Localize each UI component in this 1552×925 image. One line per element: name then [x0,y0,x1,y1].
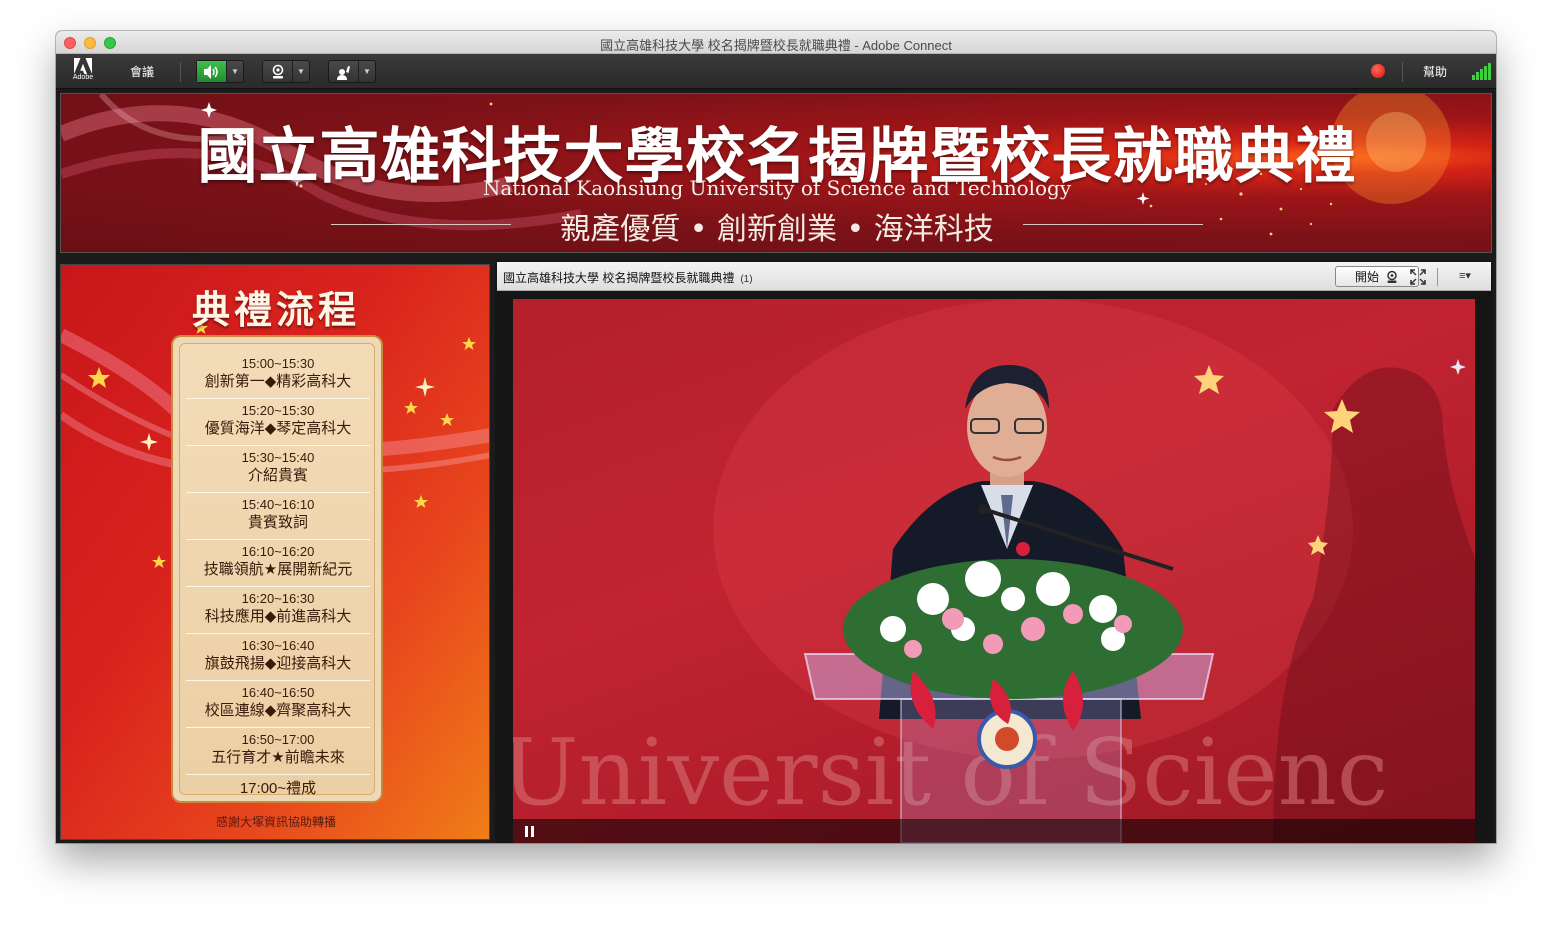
broadcast-credit: 感謝大塚資訊協助轉播 [215,815,336,829]
program-item-time: 15:30~15:40 [241,450,315,465]
video-frame: Universit of Scienc [513,299,1475,843]
program-item: 15:00~15:30 創新第一◆精彩高科大 [186,356,370,399]
raise-hand-icon[interactable] [329,61,359,82]
adobe-logo: Adobe [72,58,94,84]
program-item-name: 科技應用◆前進高科大 [204,608,352,625]
video-pod-header: 國立高雄科技大學 校名揭牌暨校長就職典禮 (1) 開始 ≡▾ [497,262,1491,291]
video-pod-title-text: 國立高雄科技大學 校名揭牌暨校長就職典禮 [503,271,735,285]
menu-separator [1402,62,1403,82]
banner-motto: 親產優質 • 創新創業 • 海洋科技 [560,212,994,247]
program-item-name: 介紹貴賓 [247,467,308,484]
video-controls-bar [513,819,1475,843]
program-scroll: 15:00~15:30 創新第一◆精彩高科大 15:20~15:30 優質海洋◆… [171,335,383,803]
help-menu[interactable]: 幫助 [1423,63,1447,80]
webcam-button[interactable]: ▼ [262,60,310,83]
program-item-time: 15:40~16:10 [241,497,315,512]
menu-separator [180,62,181,82]
adobe-logo-icon [74,58,92,74]
fullscreen-icon[interactable] [1410,269,1426,285]
video-stream[interactable]: Universit of Scienc [513,299,1475,843]
program-item-name: 旗鼓飛揚◆迎接高科大 [204,655,352,672]
program-item: 16:10~16:20 技職領航★展開新紀元 [186,544,370,587]
meeting-menu[interactable]: 會議 [130,63,154,80]
program-item-time: 16:20~16:30 [241,591,315,606]
program-item-time: 16:30~16:40 [241,638,315,653]
program-item-time: 16:40~16:50 [241,685,315,700]
program-item-time: 16:50~17:00 [241,732,315,747]
meeting-room: 國立高雄科技大學校名揭牌暨校長就職典禮 National Kaohsiung U… [56,90,1496,843]
pause-icon[interactable] [525,826,535,837]
start-webcam-label: 開始 [1354,270,1379,284]
window-title: 國立高雄科技大學 校名揭牌暨校長就職典禮 - Adobe Connect [600,38,952,53]
raise-hand-dropdown-chevron-icon[interactable]: ▼ [359,61,375,82]
program-item-time: 16:10~16:20 [241,544,315,559]
pod-options-menu-icon[interactable]: ≡▾ [1459,269,1471,282]
menu-bar: Adobe 會議 ▼ ▼ ▼ 幫助 [56,54,1496,89]
banner-subtitle: National Kaohsiung University of Science… [482,176,1072,200]
program-item-name: 技職領航★展開新紀元 [203,561,353,578]
program-item: 15:20~15:30 優質海洋◆琴定高科大 [186,403,370,446]
program-item-time: 15:00~15:30 [241,356,315,371]
raise-hand-button[interactable]: ▼ [328,60,376,83]
start-webcam-button[interactable]: 開始 [1335,266,1419,287]
program-list: 15:00~15:30 創新第一◆精彩高科大 15:20~15:30 優質海洋◆… [179,343,375,797]
program-item: 15:30~15:40 介紹貴賓 [186,450,370,493]
ceremony-banner: 國立高雄科技大學校名揭牌暨校長就職典禮 National Kaohsiung U… [60,93,1492,253]
program-item-name: 創新第一◆精彩高科大 [204,373,352,390]
program-item-name: 貴賓致詞 [247,514,308,531]
webcam-icon[interactable] [263,61,293,82]
program-item: 16:30~16:40 旗鼓飛揚◆迎接高科大 [186,638,370,681]
record-icon[interactable] [1371,64,1385,78]
speaker-dropdown-chevron-icon[interactable]: ▼ [227,61,243,82]
program-item-name: 優質海洋◆琴定高科大 [204,420,352,437]
app-window: 國立高雄科技大學 校名揭牌暨校長就職典禮 - Adobe Connect Ado… [56,31,1496,843]
program-item-time: 17:00~禮成 [239,780,317,797]
title-bar: 國立高雄科技大學 校名揭牌暨校長就職典禮 - Adobe Connect [56,31,1496,54]
video-pod-count: (1) [740,274,753,285]
program-item: 16:40~16:50 校區連線◆齊聚高科大 [186,685,370,728]
program-pod: 典禮流程 15:00~15:30 創新第一◆精彩高科大 15:20~15:30 … [60,264,490,840]
adobe-logo-label: Adobe [72,74,94,81]
connection-signal-icon [1472,63,1491,80]
program-item-name: 校區連線◆齊聚高科大 [204,702,352,719]
program-title: 典禮流程 [191,287,360,332]
motto-rule-right [1023,224,1203,225]
program-item: 16:50~17:00 五行育才★前瞻未來 [186,732,370,775]
video-pod: 國立高雄科技大學 校名揭牌暨校長就職典禮 (1) 開始 ≡▾ Universit… [495,260,1493,843]
pod-header-separator [1437,268,1438,286]
speaker-icon[interactable] [197,61,227,82]
video-pod-title: 國立高雄科技大學 校名揭牌暨校長就職典禮 (1) [503,269,753,286]
program-item: 16:20~16:30 科技應用◆前進高科大 [186,591,370,634]
speaker-button[interactable]: ▼ [196,60,244,83]
program-item-time: 15:20~15:30 [241,403,315,418]
webcam-dropdown-chevron-icon[interactable]: ▼ [293,61,309,82]
program-item-name: 五行育才★前瞻未來 [211,749,345,766]
program-item: 17:00~禮成 [186,779,370,797]
webcam-icon [1387,270,1397,283]
program-item: 15:40~16:10 貴賓致詞 [186,497,370,540]
